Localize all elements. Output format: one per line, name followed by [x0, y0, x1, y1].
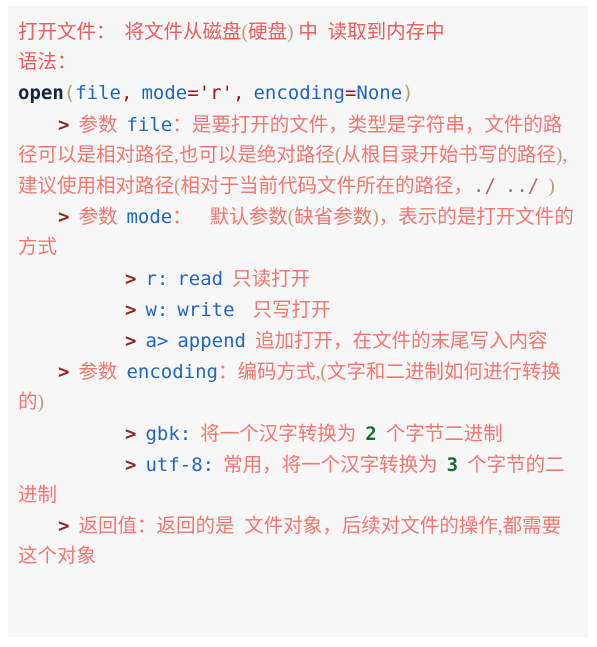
signature-value-r: 'r' [198, 82, 233, 105]
encoding-value-gbk-bullet: > [125, 422, 137, 445]
encoding-value-utf8-number: 3 [446, 453, 459, 476]
mode-value-a-desc: 追加打开，在文件的末尾写入内容 [254, 331, 548, 353]
param-file-block: > 参数 file：是要打开的文件，类型是字符串，文件的路径可以是相对路径,也可以是… [18, 110, 578, 203]
mode-value-r-desc: 只读打开 [232, 268, 311, 290]
heading-paren-text: 硬盘 [248, 22, 288, 43]
heading-title: 打开文件： [18, 22, 116, 43]
param-mode-label: 参数 [78, 207, 118, 229]
param-mode-colon: ： [172, 207, 192, 229]
encoding-value-gbk: > gbk: 将一个汉字转换为 2 个字节二进制 [18, 419, 578, 450]
param-mode-name: mode [126, 206, 173, 229]
mode-value-w-bullet: > [125, 298, 137, 321]
param-file-body-2: 从根目录开始书写的路径 [341, 144, 556, 166]
encoding-value-gbk-code: gbk: [145, 422, 192, 445]
encoding-value-utf8: > utf-8: 常用，将一个汉字转换为 3 个字节的二进制 [18, 450, 578, 511]
param-mode-body-1: 默认参数 [209, 207, 288, 229]
encoding-value-utf8-code: utf-8: [145, 453, 215, 476]
encoding-value-gbk-number: 2 [365, 422, 377, 445]
param-file-colon: ： [172, 114, 192, 136]
param-encoding-block: > 参数 encoding：编码方式,(文字和二进制如何进行转换的) [18, 357, 578, 418]
signature-comma-1: , [120, 82, 133, 105]
param-file-label: 参数 [78, 114, 118, 136]
syntax-label: 语法： [18, 52, 77, 74]
param-encoding-paren-close: ) [37, 392, 45, 414]
signature-function-name: open [18, 82, 64, 105]
mode-value-a-bullet: > [125, 330, 137, 353]
signature-arg-file: file [75, 82, 121, 105]
signature-arg-encoding: encoding [253, 82, 345, 105]
mode-value-r-bullet: > [125, 267, 137, 290]
param-file-body-4: 相对于当前代码文件所在的路径， [180, 176, 474, 198]
signature-value-none: None [356, 82, 403, 105]
heading-line: 打开文件： 将文件从磁盘(硬盘) 中 读取到内存中 [18, 18, 578, 48]
param-file-paren-close-2: ) [548, 176, 555, 198]
mode-value-a-code: a> [145, 330, 169, 353]
mode-value-r: > r: read 只读打开 [18, 264, 578, 295]
param-file-bullet: > [58, 113, 70, 136]
heading-tail: 中 读取到内存中 [293, 22, 445, 43]
mode-value-r-code: r: [145, 267, 169, 290]
signature-eq-2: = [344, 82, 357, 105]
mode-value-w-code: w: [145, 298, 169, 321]
param-file-path-2: ../ [504, 175, 540, 198]
param-encoding-colon: ： [217, 362, 238, 384]
return-value-block: > 返回值：返回的是 文件对象，后续对文件的操作,都需要这个对象 [18, 511, 578, 572]
heading-description: 将文件从磁盘 [124, 22, 242, 43]
mode-value-a: > a> append 追加打开，在文件的末尾写入内容 [18, 326, 578, 357]
mode-value-w-desc: 只写打开 [252, 299, 331, 321]
return-value-label: 返回值： [78, 516, 157, 538]
param-file-path-1: ./ [473, 175, 496, 198]
signature-rparen: ) [402, 82, 414, 105]
encoding-value-gbk-post: 个字节二进制 [385, 423, 503, 445]
encoding-value-utf8-pre: 常用，将一个汉字转换为 [223, 454, 438, 476]
signature-eq-1: = [187, 82, 199, 105]
signature-lparen: ( [63, 82, 76, 105]
return-value-bullet: > [58, 515, 70, 538]
signature-line: open(file, mode='r', encoding=None) [18, 78, 578, 109]
param-mode-body-2: 缺省参数 [294, 207, 373, 229]
mode-value-w: > w: write 只写打开 [18, 295, 578, 326]
param-encoding-label: 参数 [78, 362, 118, 384]
note-card: 打开文件： 将文件从磁盘(硬盘) 中 读取到内存中 语法： open(file, m… [8, 6, 588, 637]
encoding-value-gbk-pre: 将一个汉字转换为 [200, 423, 357, 445]
mode-value-w-keyword: write [177, 298, 235, 321]
signature-comma-2: , [232, 82, 245, 105]
syntax-label-line: 语法： [18, 48, 578, 78]
param-mode-bullet: > [58, 206, 70, 229]
signature-arg-mode: mode [141, 82, 188, 105]
param-mode-block: > 参数 mode： 默认参数(缺省参数)，表示的是打开文件的方式 [18, 202, 578, 263]
mode-value-a-keyword: append [177, 330, 246, 353]
param-file-name: file [126, 113, 173, 136]
param-encoding-body-1: 编码方式, [237, 362, 321, 384]
param-encoding-name: encoding [126, 361, 218, 384]
param-encoding-bullet: > [58, 361, 70, 384]
encoding-value-utf8-bullet: > [125, 453, 137, 476]
mode-value-r-keyword: read [177, 267, 224, 290]
